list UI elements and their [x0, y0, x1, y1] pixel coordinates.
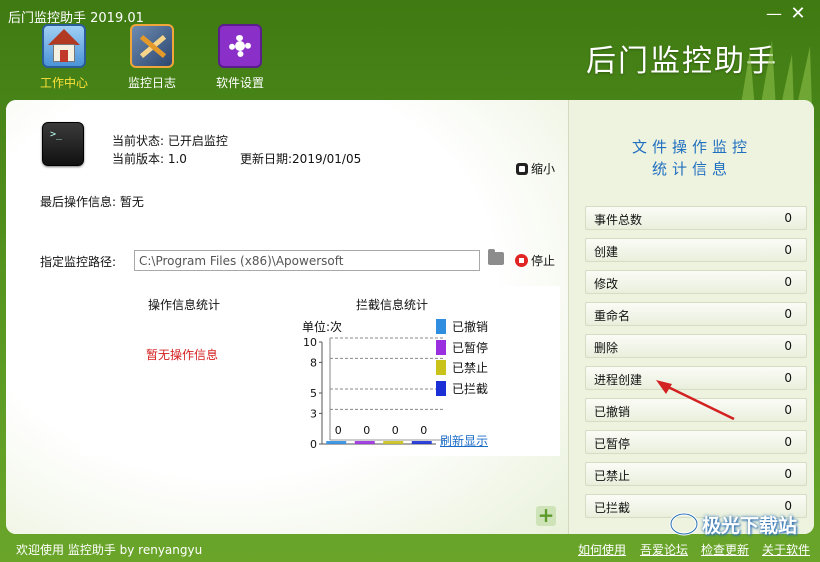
toolbar-label: 软件设置: [215, 76, 264, 90]
stat-name: 已暂停: [594, 437, 631, 451]
stat-row: 修改 0: [585, 270, 807, 294]
path-label: 指定监控路径:: [40, 255, 117, 269]
stats-title-line2: 统计信息: [651, 160, 732, 178]
stat-value: 0: [784, 211, 792, 225]
forum-link[interactable]: 吾爱论坛: [640, 541, 688, 558]
legend-label: 已暂停: [452, 340, 489, 355]
legend-label: 已撤销: [452, 320, 489, 334]
bar: [411, 441, 432, 444]
folder-icon[interactable]: [488, 249, 504, 265]
toolbar-work-center-button[interactable]: 工作中心: [26, 24, 102, 94]
welcome-text: 欢迎使用 监控助手 by renyangyu: [16, 543, 203, 557]
gear-icon: [218, 24, 262, 68]
legend-item: 已拦截: [436, 380, 488, 397]
stat-name: 修改: [594, 277, 619, 291]
legend-swatch: [436, 339, 446, 355]
about-link[interactable]: 关于软件: [762, 541, 810, 558]
legend-item: 已撤销: [436, 318, 488, 335]
y-tick-label: 3: [310, 407, 317, 420]
annotation-arrow: [656, 380, 735, 421]
bar-data-label: 0: [335, 424, 342, 437]
bar: [326, 441, 347, 444]
watermark: 极光下载站: [668, 508, 818, 538]
stat-row: 创建 0: [585, 238, 807, 262]
legend-item: 已暂停: [436, 339, 488, 356]
y-tick-label: 0: [310, 438, 317, 451]
monitor-path-input[interactable]: [134, 250, 480, 271]
stop-button[interactable]: 停止: [515, 252, 555, 269]
stat-row: 删除 0: [585, 334, 807, 358]
stat-name: 创建: [594, 245, 619, 259]
stat-value: 0: [784, 371, 792, 385]
bar-data-label: 0: [363, 424, 370, 437]
toolbar-settings-button[interactable]: 软件设置: [202, 24, 278, 94]
stats-title-line1: 文件操作监控: [631, 138, 752, 156]
stat-name: 删除: [594, 341, 619, 355]
current-version: 当前版本: 1.0: [112, 152, 187, 166]
terminal-icon: >_: [42, 122, 84, 166]
bar: [354, 441, 375, 444]
stat-value: 0: [784, 435, 792, 449]
watermark-text: 极光下载站: [702, 515, 798, 537]
update-date: 更新日期:2019/01/05: [240, 152, 362, 166]
work-area: >_ 当前状态: 已开启监控 当前版本: 1.0 更新日期:2019/01/05…: [6, 100, 568, 534]
footer: 欢迎使用 监控助手 by renyangyu 如何使用 吾爱论坛 检查更新 关于…: [0, 536, 820, 562]
y-tick-label: 10: [303, 336, 317, 349]
watermark-logo-icon: [669, 512, 699, 536]
stop-label: 停止: [531, 254, 556, 268]
stats-panel: 文件操作监控 统计信息 事件总数 0 创建 0 修改 0 重命名 0 删除 0 进程创建 0 已撤销 0 已…: [568, 100, 814, 534]
stat-name: 进程创建: [594, 373, 643, 387]
stat-row: 事件总数 0: [585, 206, 807, 230]
stat-value: 0: [784, 339, 792, 353]
shrink-icon: [516, 163, 528, 175]
legend-item: 已禁止: [436, 359, 488, 376]
stat-value: 0: [784, 403, 792, 417]
legend-label: 已禁止: [452, 361, 489, 375]
minimize-icon[interactable]: —: [764, 4, 784, 24]
shrink-label: 缩小: [531, 162, 556, 176]
main-panel: >_ 当前状态: 已开启监控 当前版本: 1.0 更新日期:2019/01/05…: [6, 100, 814, 534]
stop-icon: [515, 254, 528, 267]
current-state: 当前状态: 已开启监控: [112, 134, 228, 148]
legend-label: 已拦截: [452, 381, 489, 396]
stat-row: 已禁止 0: [585, 462, 807, 486]
legend-swatch: [436, 380, 446, 396]
stat-row: 已暂停 0: [585, 430, 807, 454]
y-tick-label: 5: [310, 387, 317, 400]
toolbar-label: 工作中心: [39, 76, 88, 90]
bar-data-label: 0: [420, 424, 427, 437]
y-tick-label: 8: [310, 356, 317, 369]
toolbar-label: 监控日志: [127, 76, 176, 90]
home-icon: [42, 24, 86, 68]
refresh-link[interactable]: 刷新显示: [440, 432, 488, 449]
legend-swatch: [436, 360, 446, 375]
stats-area: 操作信息统计 暂无操作信息 拦截信息统计 单位:次 0 3 5 8 10 0 0 0 0 已撤销…: [80, 286, 560, 456]
stat-name: 已拦截: [594, 501, 631, 515]
legend-swatch: [436, 319, 446, 334]
stat-value: 0: [784, 243, 792, 257]
stat-value: 0: [784, 467, 792, 481]
toolbar-monitor-log-button[interactable]: 监控日志: [114, 24, 190, 94]
check-update-link[interactable]: 检查更新: [701, 541, 749, 558]
stat-value: 0: [784, 275, 792, 289]
shrink-button[interactable]: 缩小: [516, 160, 555, 177]
stat-name: 事件总数: [594, 213, 643, 227]
bar-data-label: 0: [392, 424, 399, 437]
close-icon[interactable]: ✕: [788, 4, 808, 24]
bar: [383, 441, 404, 444]
add-button[interactable]: +: [536, 505, 556, 526]
stat-row: 重命名 0: [585, 302, 807, 326]
how-to-use-link[interactable]: 如何使用: [578, 541, 626, 558]
stat-value: 0: [784, 307, 792, 321]
stat-name: 已禁止: [594, 469, 631, 483]
app-window: 后门监控助手 2019.01 — ✕ 工作中心 监控日志 软件设置 后门监控助手…: [0, 0, 820, 562]
stat-name: 重命名: [594, 309, 631, 323]
last-op-info: 最后操作信息: 暂无: [40, 195, 144, 209]
stat-name: 已撤销: [594, 405, 631, 419]
log-icon: [130, 24, 174, 68]
stats-panel-title: 文件操作监控 统计信息: [569, 136, 814, 180]
